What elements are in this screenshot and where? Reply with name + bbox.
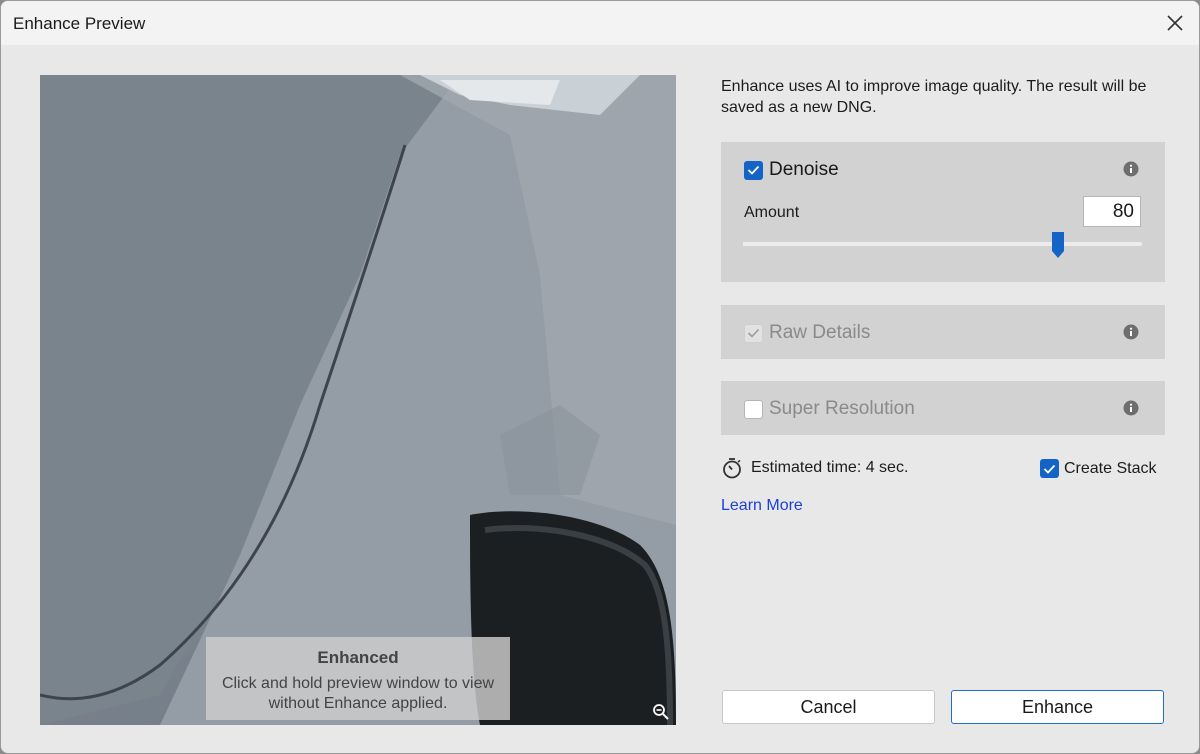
- super-resolution-panel: Super Resolution: [721, 381, 1165, 435]
- raw-details-panel: Raw Details: [721, 305, 1165, 359]
- preview-overlay: Enhanced Click and hold preview window t…: [206, 637, 510, 720]
- denoise-label: Denoise: [769, 159, 839, 180]
- preview-photo: [40, 75, 676, 725]
- raw-details-label: Raw Details: [769, 322, 871, 343]
- denoise-checkbox[interactable]: [744, 160, 763, 180]
- super-resolution-label: Super Resolution: [769, 398, 915, 419]
- description-text: Enhance uses AI to improve image quality…: [721, 78, 1147, 116]
- estimated-time-row: Estimated time: 4 sec.: [721, 457, 908, 479]
- slider-fill: [743, 242, 1059, 246]
- close-icon: [1167, 15, 1183, 31]
- info-icon[interactable]: [1123, 161, 1139, 177]
- super-resolution-checkbox-row[interactable]: Super Resolution: [744, 398, 915, 420]
- checkmark-icon: [1043, 464, 1056, 474]
- estimated-time-text: Estimated time: 4 sec.: [751, 459, 909, 476]
- slider-handle[interactable]: [1051, 231, 1065, 259]
- raw-details-checkbox[interactable]: [744, 323, 763, 343]
- create-stack-row[interactable]: Create Stack: [1040, 459, 1156, 478]
- checkmark-icon: [747, 165, 760, 175]
- title-bar: Enhance Preview: [1, 1, 1199, 45]
- denoise-panel: Denoise Amount: [721, 142, 1165, 282]
- super-resolution-checkbox[interactable]: [744, 399, 763, 419]
- amount-label: Amount: [744, 204, 800, 221]
- dialog-title: Enhance Preview: [13, 14, 146, 33]
- create-stack-label: Create Stack: [1064, 459, 1157, 477]
- enhance-preview-dialog: Enhance Preview Enhanced Click and hold …: [0, 0, 1200, 754]
- learn-more-link[interactable]: Learn More: [721, 497, 803, 515]
- cancel-button[interactable]: Cancel: [722, 690, 935, 724]
- create-stack-checkbox[interactable]: [1040, 459, 1059, 478]
- denoise-checkbox-row[interactable]: Denoise: [744, 159, 839, 181]
- enhance-button[interactable]: Enhance: [951, 690, 1164, 724]
- preview-image[interactable]: Enhanced Click and hold preview window t…: [40, 75, 676, 725]
- overlay-title: Enhanced: [317, 648, 399, 667]
- overlay-line-1: Click and hold preview window to view: [221, 675, 495, 692]
- raw-details-checkbox-row[interactable]: Raw Details: [744, 322, 870, 344]
- amount-input[interactable]: [1083, 196, 1141, 227]
- info-icon[interactable]: [1123, 400, 1139, 416]
- amount-slider[interactable]: [743, 232, 1142, 258]
- overlay-line-2: without Enhance applied.: [268, 695, 448, 712]
- close-button[interactable]: [1159, 7, 1191, 39]
- zoom-out-icon[interactable]: [652, 703, 670, 721]
- checkmark-icon: [747, 328, 760, 338]
- stopwatch-icon: [723, 458, 741, 479]
- info-icon[interactable]: [1123, 324, 1139, 340]
